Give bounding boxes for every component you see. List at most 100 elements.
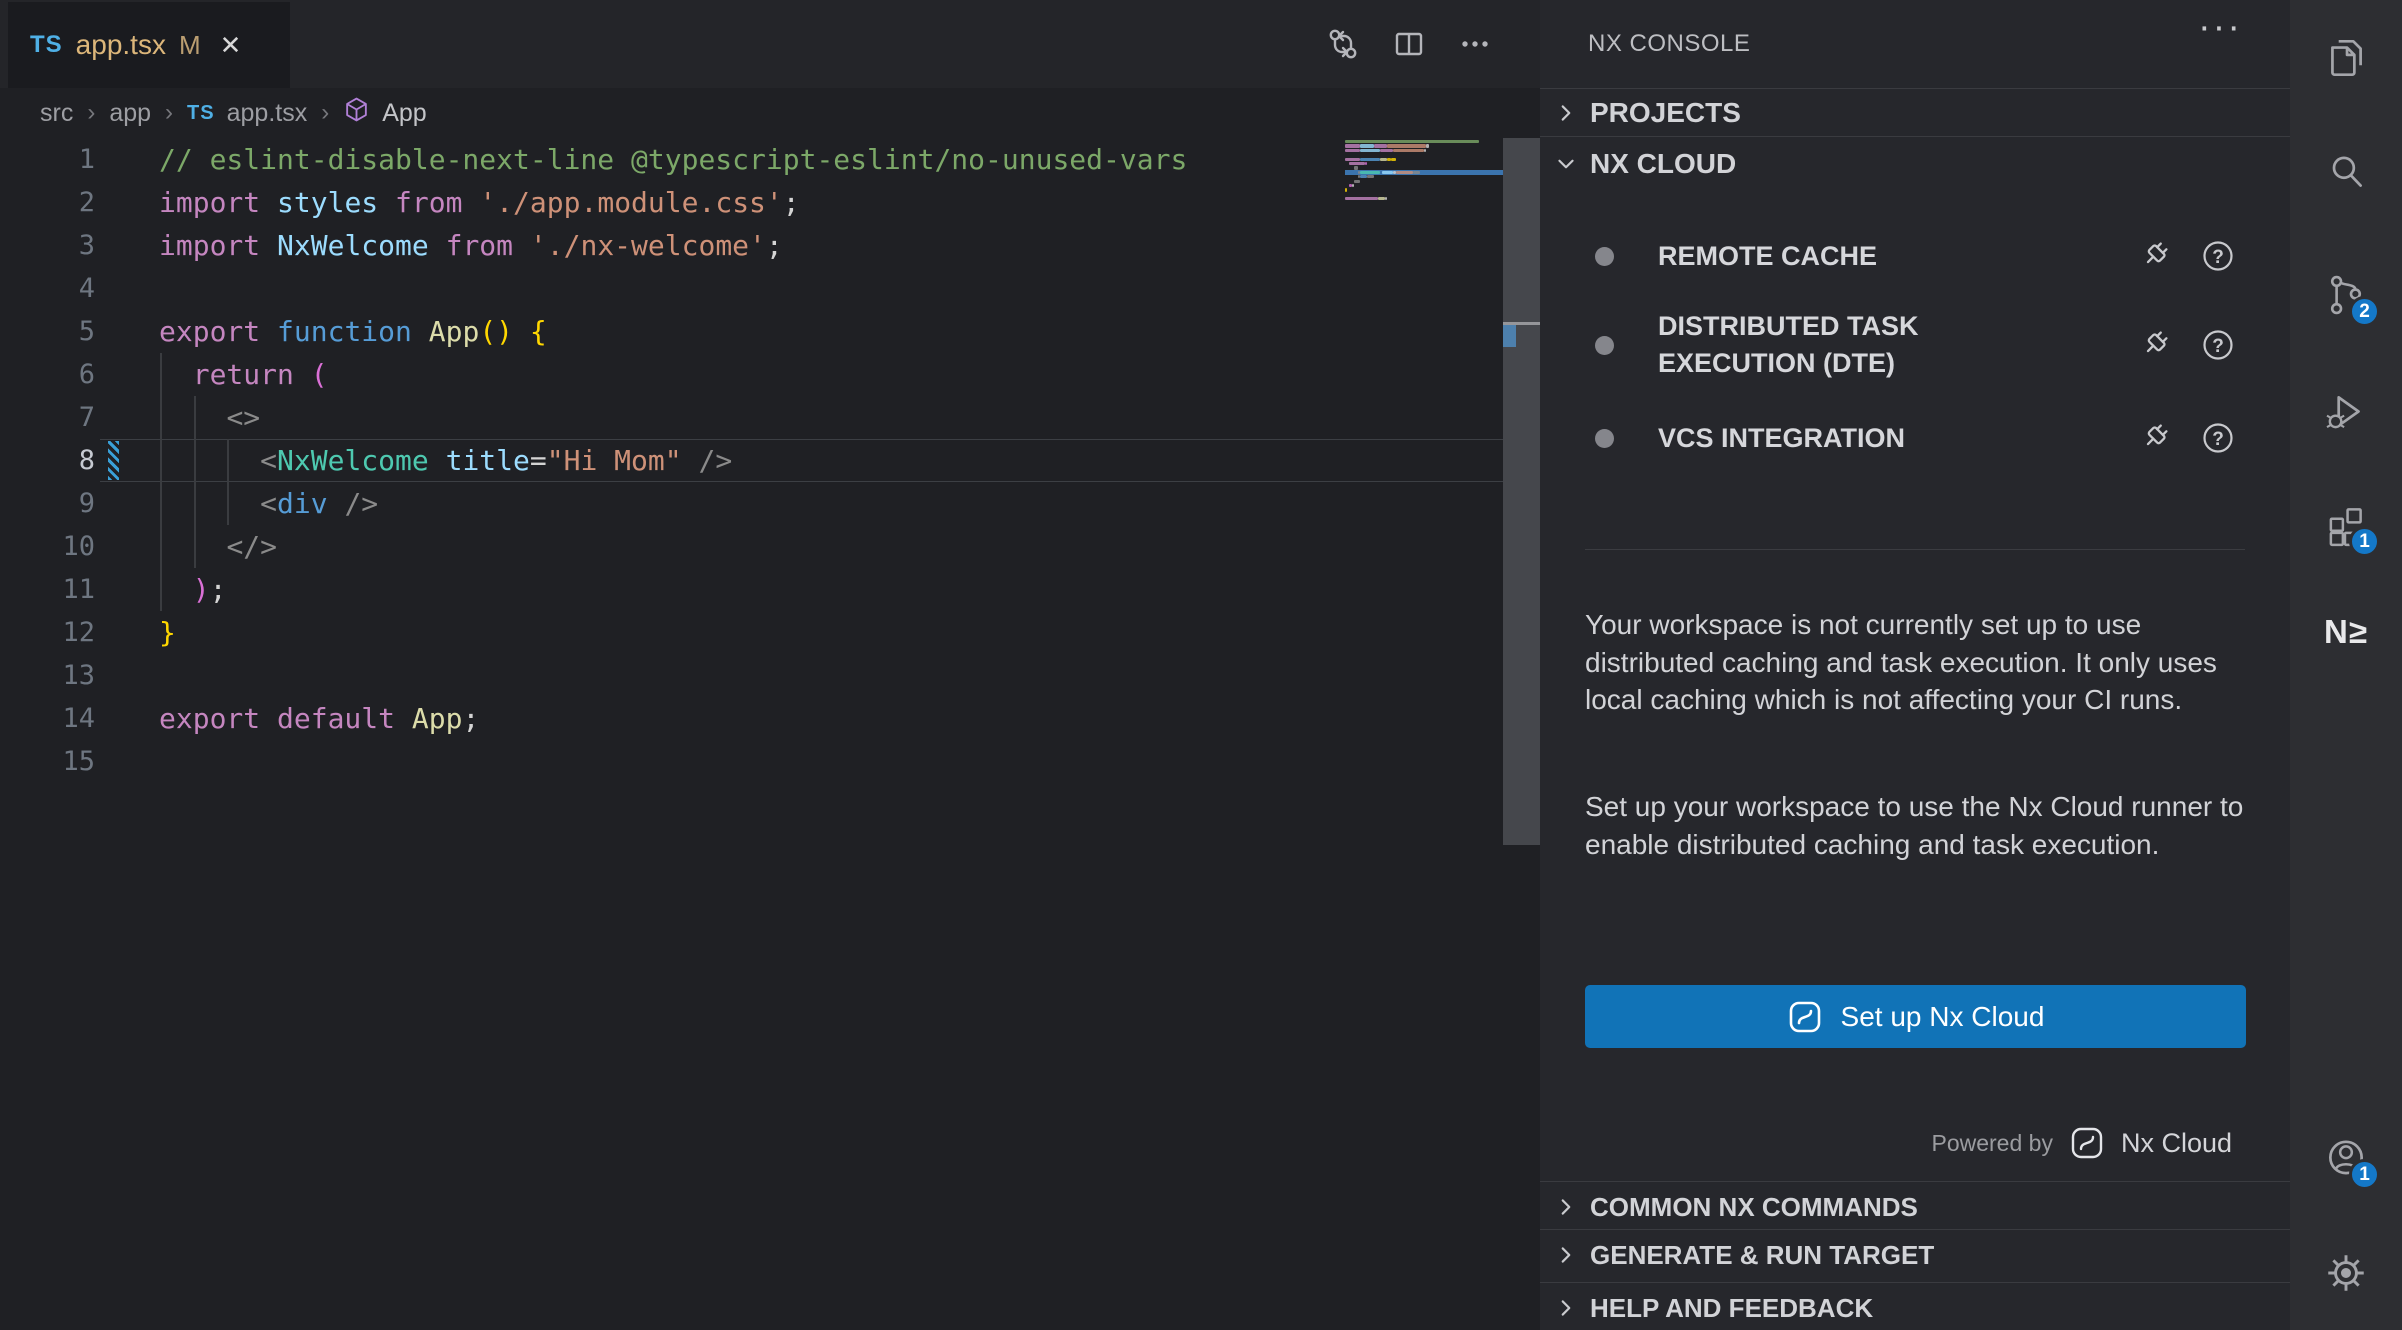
code-line[interactable]: 5export function App() { [0, 310, 1540, 353]
section-nx-cloud[interactable]: NX CLOUD [1540, 136, 2290, 190]
code-token: from [429, 229, 530, 262]
panel-more-actions-icon[interactable]: ··· [2198, 6, 2242, 49]
section-generate-run-target[interactable]: GENERATE & RUN TARGET [1540, 1229, 2290, 1280]
feature-actions: ? [2136, 420, 2290, 456]
tab-title: app.tsx [76, 29, 166, 61]
setup-nx-cloud-button[interactable]: Set up Nx Cloud [1585, 985, 2246, 1048]
feature-status-dot [1595, 336, 1614, 355]
tab-modified-badge: M [179, 30, 201, 61]
connect-plug-icon[interactable] [2136, 327, 2172, 363]
activity-item-account[interactable]: 1 [2322, 1134, 2370, 1182]
activity-item-settings[interactable] [2322, 1249, 2370, 1297]
code-line[interactable]: 11 ); [0, 568, 1540, 611]
line-number: 14 [0, 697, 95, 740]
editor-scrollbar[interactable] [1503, 138, 1540, 1330]
help-question-icon[interactable]: ? [2200, 327, 2236, 363]
line-number: 9 [0, 482, 95, 525]
scrollbar-slider[interactable] [1503, 138, 1540, 845]
vscode-window: TS app.tsx M ✕ [0, 0, 2402, 1330]
minimap[interactable] [1345, 140, 1503, 380]
activity-item-source-control[interactable]: 2 [2322, 271, 2370, 319]
code-line[interactable]: 10 </> [0, 525, 1540, 568]
code-token: < [260, 487, 277, 520]
minimap-line [1345, 144, 1360, 147]
code-token: App [429, 315, 480, 348]
code-token: from [378, 186, 479, 219]
code-text [95, 267, 159, 310]
code-line[interactable]: 6 return ( [0, 353, 1540, 396]
search-icon [2322, 148, 2370, 196]
code-text: export default App; [95, 697, 479, 740]
code-line[interactable]: 7 <> [0, 396, 1540, 439]
breadcrumb-item-file[interactable]: app.tsx [227, 99, 308, 128]
code-token [429, 444, 446, 477]
code-token: } [159, 616, 176, 649]
badge: 1 [2349, 526, 2380, 557]
code-token: ; [462, 702, 479, 735]
minimap-line [1345, 158, 1360, 161]
editor-region: TS app.tsx M ✕ [0, 0, 1540, 1330]
connect-plug-icon[interactable] [2136, 238, 2172, 274]
code-line[interactable]: 8 <NxWelcome title="Hi Mom" /> [0, 439, 1540, 482]
code-token: import [159, 229, 277, 262]
section-projects[interactable]: PROJECTS [1540, 88, 2290, 136]
code-token [159, 444, 260, 477]
nx-cloud-brand-label[interactable]: Nx Cloud [2121, 1128, 2232, 1159]
activity-item-nx-console[interactable]: N≥ [2322, 608, 2370, 656]
minimap-line [1426, 144, 1428, 147]
code-text: export function App() { [95, 310, 547, 353]
minimap-line [1413, 171, 1420, 174]
feature-actions: ? [2136, 238, 2290, 274]
activity-item-explorer[interactable] [2322, 34, 2370, 82]
activity-bar: 2 1 N≥ 1 [2290, 0, 2402, 1330]
code-token: div [277, 487, 328, 520]
code-token: NxWelcome [277, 229, 429, 262]
code-line[interactable]: 15 [0, 740, 1540, 783]
code-token: export [159, 315, 277, 348]
tab-bar: TS app.tsx M ✕ [0, 0, 1540, 88]
activity-item-search[interactable] [2322, 148, 2370, 196]
split-editor-icon[interactable] [1388, 23, 1430, 65]
connect-plug-icon[interactable] [2136, 420, 2172, 456]
nx-cloud-feature-row: VCS INTEGRATION? [1540, 412, 2290, 464]
more-actions-icon[interactable] [1454, 23, 1496, 65]
code-token: = [530, 444, 547, 477]
code-line[interactable]: 3import NxWelcome from './nx-welcome'; [0, 224, 1540, 267]
activity-item-run-debug[interactable] [2322, 388, 2370, 436]
setup-button-label: Set up Nx Cloud [1841, 1001, 2045, 1033]
code-line[interactable]: 14export default App; [0, 697, 1540, 740]
breadcrumb-item-symbol[interactable]: App [382, 99, 426, 128]
section-help-and-feedback[interactable]: HELP AND FEEDBACK [1540, 1282, 2290, 1330]
activity-item-extensions[interactable]: 1 [2322, 501, 2370, 549]
code-editor[interactable]: 1// eslint-disable-next-line @typescript… [0, 138, 1540, 1330]
section-common-nx-commands[interactable]: COMMON NX COMMANDS [1540, 1181, 2290, 1232]
chevron-right-icon [1554, 1243, 1578, 1267]
minimap-line [1352, 184, 1354, 187]
compare-changes-icon[interactable] [1322, 23, 1364, 65]
code-line[interactable]: 9 <div /> [0, 482, 1540, 525]
code-token [159, 358, 193, 391]
section-nx-cloud-label: NX CLOUD [1590, 148, 1736, 180]
code-lines: 1// eslint-disable-next-line @typescript… [0, 138, 1540, 783]
breadcrumb-item-app[interactable]: app [109, 99, 151, 128]
symbol-module-icon [343, 96, 370, 130]
minimap-line [1345, 188, 1347, 191]
help-question-icon[interactable]: ? [2200, 238, 2236, 274]
breadcrumb-item-src[interactable]: src [40, 99, 73, 128]
feature-status-dot [1595, 429, 1614, 448]
tab-app-tsx[interactable]: TS app.tsx M ✕ [8, 2, 290, 88]
workspace-status-text: Your workspace is not currently set up t… [1585, 606, 2250, 719]
code-token: { [513, 315, 547, 348]
code-line[interactable]: 1// eslint-disable-next-line @typescript… [0, 138, 1540, 181]
code-text: // eslint-disable-next-line @typescript-… [95, 138, 1187, 181]
code-text: <NxWelcome title="Hi Mom" /> [95, 439, 732, 482]
code-token: styles [277, 186, 378, 219]
help-question-icon[interactable]: ? [2200, 420, 2236, 456]
code-token: return [193, 358, 311, 391]
code-line[interactable]: 12} [0, 611, 1540, 654]
code-line[interactable]: 4 [0, 267, 1540, 310]
code-line[interactable]: 13 [0, 654, 1540, 697]
code-line[interactable]: 2import styles from './app.module.css'; [0, 181, 1540, 224]
svg-text:?: ? [2212, 336, 2224, 357]
tab-close-icon[interactable]: ✕ [220, 30, 242, 61]
